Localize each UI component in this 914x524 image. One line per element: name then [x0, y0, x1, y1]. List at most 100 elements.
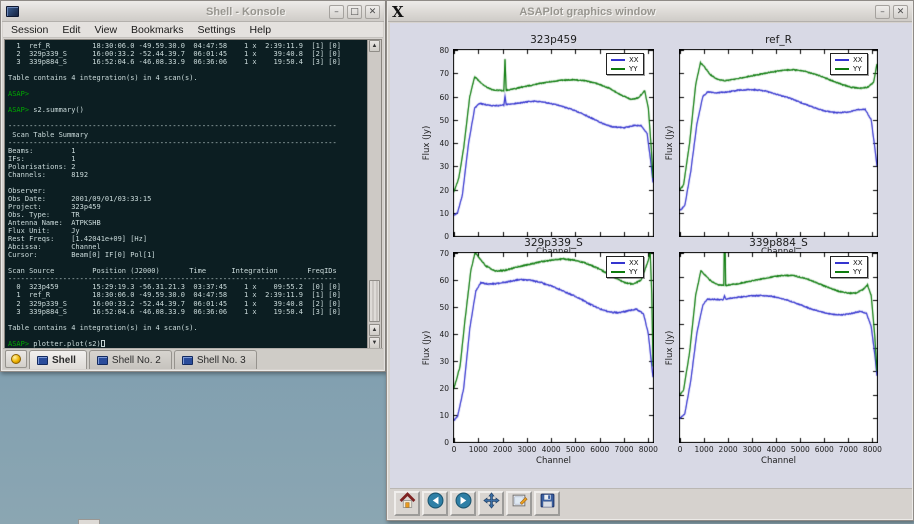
- forward-button[interactable]: [450, 491, 476, 516]
- new-session-button[interactable]: [5, 350, 27, 368]
- home-button[interactable]: [394, 491, 420, 516]
- tab-label: Shell No. 2: [112, 355, 161, 366]
- terminal-tab-icon: [37, 356, 48, 365]
- legend: XXYY: [606, 53, 644, 75]
- tab-shell-no-3[interactable]: Shell No. 3: [174, 350, 257, 369]
- legend-entry-xx: XX: [835, 259, 863, 267]
- ytick-label: 40: [432, 139, 449, 148]
- plot-toolbar: [390, 488, 912, 517]
- konsole-window-title: Shell - Konsole: [206, 6, 285, 18]
- konsole-titlebar[interactable]: Shell - Konsole – □ ✕: [2, 2, 384, 22]
- xtick-label: 8000: [858, 445, 886, 454]
- save-icon: [539, 492, 556, 514]
- ytick-label: 70: [432, 69, 449, 78]
- terminal-scrollbar[interactable]: ▲ ▲ ▼: [367, 40, 381, 349]
- pan-button[interactable]: [478, 491, 504, 516]
- menu-item-help[interactable]: Help: [250, 24, 272, 36]
- legend-line-sample: [611, 68, 625, 70]
- plot-titlebar[interactable]: X ASAPlot graphics window – ✕: [388, 2, 912, 22]
- plot-canvas: [453, 49, 654, 237]
- legend-entry-xx: XX: [611, 56, 639, 64]
- x11-app-icon: X: [392, 5, 404, 19]
- menu-item-session[interactable]: Session: [11, 24, 48, 36]
- pan-icon: [483, 492, 500, 514]
- minimize-button[interactable]: –: [329, 5, 344, 19]
- menu-item-edit[interactable]: Edit: [62, 24, 80, 36]
- minimize-button[interactable]: –: [875, 5, 890, 19]
- legend-label: YY: [629, 268, 638, 276]
- legend-line-sample: [835, 262, 849, 264]
- yaxis-label-text: Flux (Jy): [422, 330, 432, 365]
- legend-entry-xx: XX: [835, 56, 863, 64]
- ytick-label: 20: [432, 384, 449, 393]
- save-button[interactable]: [534, 491, 560, 516]
- menu-item-settings[interactable]: Settings: [198, 24, 236, 36]
- plot-title: 323p459: [453, 34, 654, 46]
- close-button[interactable]: ✕: [893, 5, 908, 19]
- plot-window-controls: – ✕: [875, 5, 908, 19]
- terminal-output[interactable]: 1 ref_R 18:30:06.0 -49.59.30.0 04:47:58 …: [8, 42, 365, 349]
- subplot-329p339-s[interactable]: [453, 252, 654, 443]
- asap-prompt: ASAP>: [8, 340, 29, 348]
- legend-line-sample: [611, 262, 625, 264]
- subplots-button[interactable]: [506, 491, 532, 516]
- legend-entry-yy: YY: [835, 65, 863, 73]
- konsole-app-icon: [6, 6, 19, 17]
- yaxis-label-text: Flux (Jy): [665, 330, 675, 365]
- taskbar-peek: [78, 519, 100, 524]
- legend-label: XX: [853, 56, 863, 64]
- close-button[interactable]: ✕: [365, 5, 380, 19]
- home-icon: [399, 492, 416, 514]
- desktop: Shell - Konsole – □ ✕ Session Edit View Boo…: [0, 0, 914, 524]
- maximize-button[interactable]: □: [347, 5, 362, 19]
- scrollbar-thumb[interactable]: [369, 280, 380, 322]
- plot-figure: 323p45901020304050607080Flux (Jy)XXYYref…: [390, 23, 912, 490]
- ytick-label: 40: [432, 330, 449, 339]
- subplot-323p459[interactable]: [453, 49, 654, 237]
- menu-item-bookmarks[interactable]: Bookmarks: [131, 24, 184, 36]
- ytick-label: 30: [432, 162, 449, 171]
- legend: XXYY: [830, 53, 868, 75]
- subplots-icon: [511, 492, 528, 514]
- legend-entry-yy: YY: [611, 268, 639, 276]
- scroll-up-button-2[interactable]: ▲: [369, 324, 380, 336]
- scroll-up-button[interactable]: ▲: [369, 40, 380, 52]
- ytick-label: 30: [432, 357, 449, 366]
- tab-shell[interactable]: Shell: [29, 350, 87, 369]
- legend: XXYY: [606, 256, 644, 278]
- legend-label: XX: [629, 56, 639, 64]
- ytick-label: 10: [432, 209, 449, 218]
- terminal-cursor: [101, 340, 105, 347]
- legend-entry-xx: XX: [611, 259, 639, 267]
- back-icon: [427, 492, 444, 514]
- terminal-tab-icon: [182, 356, 193, 365]
- legend-label: XX: [629, 259, 639, 267]
- subplot-ref-r[interactable]: [679, 49, 878, 237]
- ytick-label: 10: [432, 411, 449, 420]
- menu-item-view[interactable]: View: [94, 24, 117, 36]
- plot-title: 329p339_S: [453, 237, 654, 249]
- ytick-label: 80: [432, 46, 449, 55]
- forward-icon: [455, 492, 472, 514]
- new-session-icon: [11, 354, 21, 364]
- legend-line-sample: [611, 271, 625, 273]
- terminal-frame: 1 ref_R 18:30:06.0 -49.59.30.0 04:47:58 …: [4, 39, 382, 350]
- legend-entry-yy: YY: [835, 268, 863, 276]
- legend-label: YY: [853, 268, 862, 276]
- legend-label: YY: [629, 65, 638, 73]
- ytick-label: 20: [432, 186, 449, 195]
- plot-title: 339p884_S: [679, 237, 878, 249]
- subplot-339p884-s[interactable]: [679, 252, 878, 443]
- plot-canvas: [679, 49, 878, 237]
- terminal-tab-icon: [97, 356, 108, 365]
- ytick-label: 50: [432, 116, 449, 125]
- yaxis-label-text: Flux (Jy): [665, 126, 675, 161]
- ytick-label: 50: [432, 303, 449, 312]
- ytick-label: 60: [432, 276, 449, 285]
- back-button[interactable]: [422, 491, 448, 516]
- legend-line-sample: [835, 68, 849, 70]
- plot-canvas: [453, 252, 654, 443]
- konsole-window-controls: – □ ✕: [329, 5, 380, 19]
- tab-shell-no-2[interactable]: Shell No. 2: [89, 350, 172, 369]
- ytick-label: 0: [432, 232, 449, 241]
